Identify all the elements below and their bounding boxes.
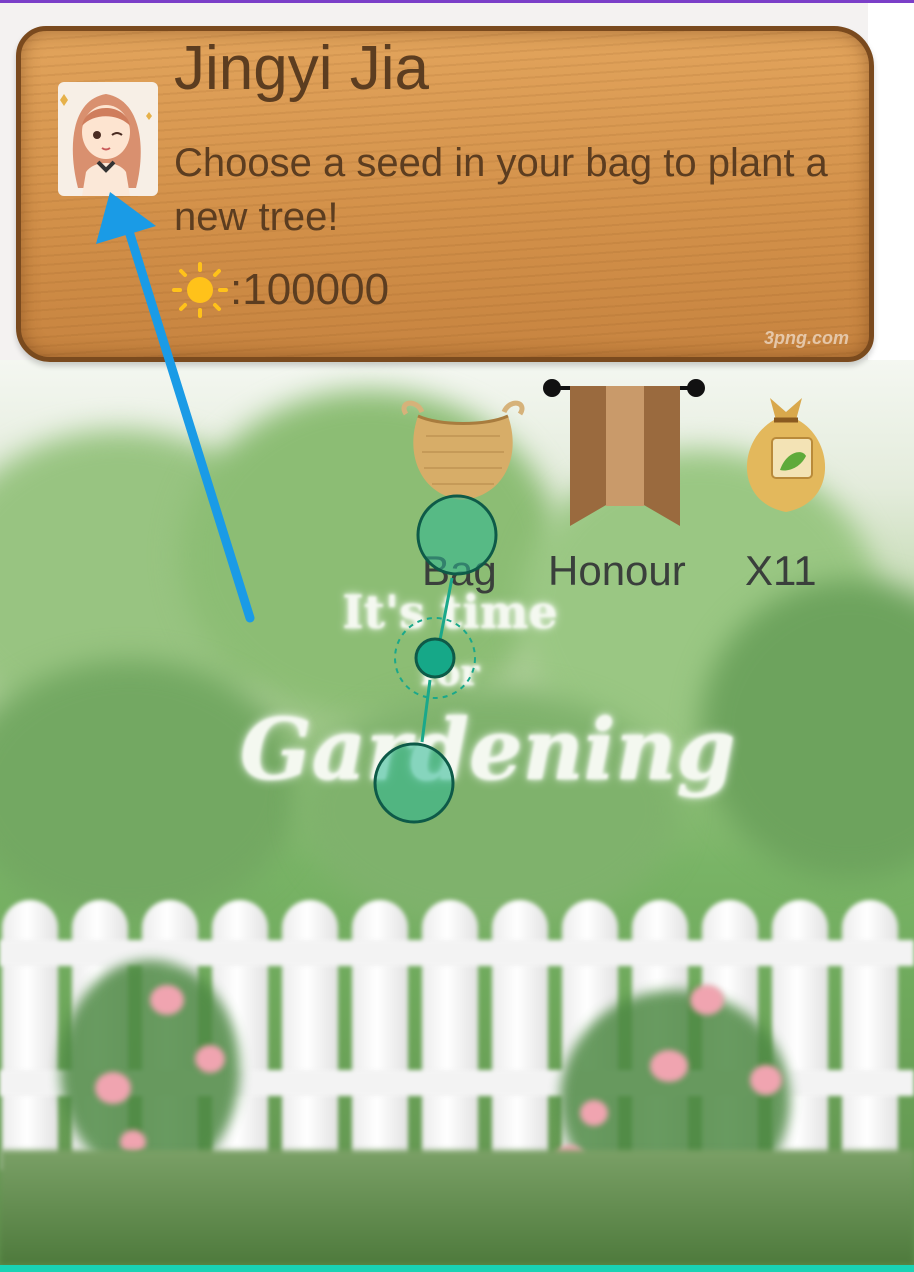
bottom-accent-bar xyxy=(0,1265,914,1272)
seed-sack-button[interactable] xyxy=(730,390,842,518)
honour-label: Honour xyxy=(548,547,686,594)
seed-sack-icon xyxy=(746,398,826,512)
plant-instruction: Choose a seed in your bag to plant a new… xyxy=(174,141,828,239)
girl-avatar-icon xyxy=(58,82,158,196)
sun-currency: : 100000 xyxy=(172,262,389,318)
app-screen: It's time for Gardening 3png.com Jingyi … xyxy=(0,0,914,1272)
sun-separator: : xyxy=(230,265,243,314)
avatar[interactable] xyxy=(50,80,162,200)
seed-count-label: X11 xyxy=(745,547,817,594)
user-name: Jingyi Jia xyxy=(174,34,429,103)
top-accent-bar xyxy=(0,0,914,3)
grass-strip xyxy=(0,1150,914,1265)
basket-bag-icon xyxy=(401,400,525,500)
ribbon-banner-icon xyxy=(543,379,705,526)
bag-label: Bag xyxy=(422,547,497,594)
sun-amount: 100000 xyxy=(242,265,390,314)
watermark: 3png.com xyxy=(763,328,849,348)
sun-icon xyxy=(172,262,228,318)
garden-title-line3: Gardening xyxy=(240,700,736,799)
honour-button[interactable] xyxy=(540,376,708,532)
garden-title-line2: for xyxy=(420,652,480,694)
bag-button[interactable] xyxy=(396,396,530,506)
